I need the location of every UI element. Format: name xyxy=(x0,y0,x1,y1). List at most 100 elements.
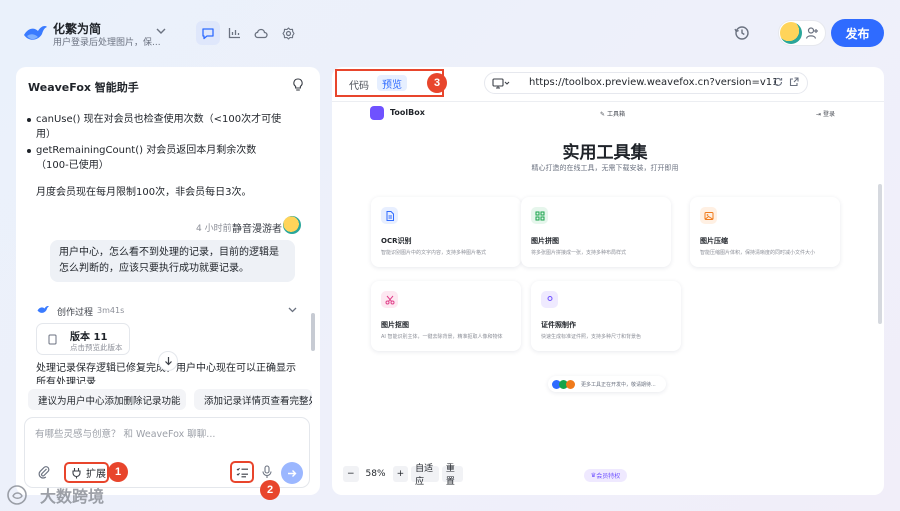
arrow-down-icon xyxy=(164,357,172,366)
expand-button[interactable]: 扩展 xyxy=(64,462,109,483)
zoom-out-button[interactable]: − xyxy=(343,466,359,482)
tool-card[interactable]: OCR识别智能识别图片中的文字内容，支持多种图片格式 xyxy=(371,197,521,267)
version-title: 版本 11 xyxy=(70,332,108,343)
suggestion-chip[interactable]: 添加记录详情页查看完整处理 xyxy=(194,389,312,410)
tool-card-desc: AI 智能识别主体，一键去除背景，精准抠取人像和物体 xyxy=(381,334,503,340)
avatar[interactable] xyxy=(780,22,802,44)
membership-badge[interactable]: ♛ 会员特权 xyxy=(584,469,627,482)
list-item: getRemainingCount() 对会员返回本月剩余次数（100-已使用） xyxy=(27,143,284,173)
toolbox-logo-icon xyxy=(370,106,384,120)
annotation-badge: 3 xyxy=(427,73,447,93)
bullet-text: getRemainingCount() 对会员返回本月剩余次数（100-已使用） xyxy=(36,145,257,171)
preview-scrollbar[interactable] xyxy=(878,184,882,324)
suggestion-chip[interactable]: 建议为用户中心添加删除记录功能 xyxy=(28,389,186,410)
tab-preview[interactable]: 预览 xyxy=(377,75,407,91)
version-subtitle: 点击预览此版本 xyxy=(70,343,123,352)
publish-button[interactable]: 发布 xyxy=(831,19,884,47)
zoom-in-button[interactable]: + xyxy=(392,466,409,482)
tool-card-title: 图片拼图 xyxy=(531,237,559,245)
zoom-level: 58% xyxy=(365,469,386,479)
chevron-down-icon[interactable] xyxy=(288,306,297,313)
user-name: 静音漫游者 xyxy=(232,224,282,235)
project-subtitle: 用户登录后处理图片，保... xyxy=(53,38,161,48)
chat-icon xyxy=(202,27,214,39)
send-button[interactable] xyxy=(281,462,303,484)
more-tools-text: 更多工具正在开发中，敬请期待... xyxy=(581,381,656,388)
scroll-down-button[interactable] xyxy=(158,351,178,371)
url-text[interactable]: https://toolbox.preview.weavefox.cn?vers… xyxy=(529,77,778,88)
tab-code[interactable]: 代码 xyxy=(349,77,369,92)
history-icon[interactable] xyxy=(733,24,751,42)
settings-icon xyxy=(281,26,295,40)
hero-title: 实用工具集 xyxy=(562,143,648,163)
divider xyxy=(332,101,884,102)
external-link-icon[interactable] xyxy=(789,77,799,87)
message-timestamp: 4 小时前 xyxy=(196,224,232,234)
task-list-button[interactable] xyxy=(230,461,254,483)
plug-icon xyxy=(72,467,81,478)
refresh-icon[interactable] xyxy=(773,77,783,87)
weavefox-logo-icon xyxy=(37,306,49,313)
process-duration: 3m41s xyxy=(97,306,125,315)
site-login[interactable]: ⇥ 登录 xyxy=(816,109,835,118)
site-login-label: 登录 xyxy=(822,111,835,118)
expand-label: 扩展 xyxy=(86,469,106,480)
chart-tab[interactable] xyxy=(222,21,246,45)
tool-card-title: 图片抠图 xyxy=(381,321,409,329)
tool-card-title: 证件照制作 xyxy=(541,321,576,329)
hero-subtitle: 精心打造的在线工具，无需下载安装，打开即用 xyxy=(531,164,679,172)
zoom-controls: − 58% + 自适应 重置 xyxy=(343,464,463,487)
paperclip-icon[interactable] xyxy=(38,465,50,479)
annotation-badge: 2 xyxy=(260,480,280,500)
image-icon xyxy=(704,211,713,220)
tool-card-title: 图片压缩 xyxy=(700,237,728,245)
tool-card-icon-wrap xyxy=(541,291,558,308)
grid-icon xyxy=(535,211,544,220)
chart-icon xyxy=(228,28,240,39)
arrow-right-icon xyxy=(288,469,297,477)
watermark-logo-icon xyxy=(7,485,27,505)
reset-button[interactable]: 重置 xyxy=(441,464,463,487)
scissors-icon xyxy=(385,295,394,304)
assistant-summary: 月度会员现在每月限制100次，非会员每日3次。 xyxy=(36,187,252,198)
tool-card-desc: 将多张图片拼接成一张，支持多种布局样式 xyxy=(531,250,627,256)
cloud-tab[interactable] xyxy=(249,21,273,45)
cloud-icon xyxy=(254,28,268,38)
chevron-down-icon[interactable] xyxy=(156,27,166,35)
user-message: 用户中心，怎么看不到处理的记录，目前的逻辑是怎么判断的，应该只要执行成功就要记录… xyxy=(50,240,295,282)
checklist-icon xyxy=(236,467,248,477)
fit-button[interactable]: 自适应 xyxy=(411,464,439,487)
bullet-dot xyxy=(27,118,31,122)
bullet-dot xyxy=(27,149,31,153)
user-avatar xyxy=(283,216,301,234)
microphone-icon[interactable] xyxy=(262,465,272,479)
watermark-text: 大数跨境 xyxy=(40,487,105,506)
tool-card[interactable]: 图片拼图将多张图片拼接成一张，支持多种布局样式 xyxy=(521,197,671,267)
lightbulb-icon[interactable] xyxy=(292,78,304,92)
tool-card-icon-wrap xyxy=(700,207,717,224)
mini-icon xyxy=(566,379,575,389)
top-bar xyxy=(0,0,900,66)
site-nav-label: 工具箱 xyxy=(606,111,625,118)
add-user-icon[interactable] xyxy=(805,26,819,40)
chat-tab[interactable] xyxy=(196,21,220,45)
chat-scrollbar[interactable] xyxy=(311,313,315,351)
document-icon xyxy=(386,210,394,221)
watermark: 大数跨境 xyxy=(6,483,104,507)
process-label[interactable]: 创作过程 xyxy=(57,305,93,318)
tool-card-icon-wrap xyxy=(531,207,548,224)
site-name: ToolBox xyxy=(390,108,425,117)
membership-label: 会员特权 xyxy=(596,473,621,480)
monitor-icon[interactable] xyxy=(492,78,510,89)
site-nav-toolbox[interactable]: ✎ 工具箱 xyxy=(600,109,625,118)
chat-input-placeholder[interactable]: 有哪些灵感与创意？ 和 WeaveFox 聊聊... xyxy=(35,426,215,440)
tool-card[interactable]: 图片压缩 智能压缩图片体积，保持清晰度的同时减小文件大小 xyxy=(690,197,840,267)
tool-card[interactable]: 图片抠图 AI 智能识别主体，一键去除背景，精准抠取人像和物体 xyxy=(371,281,521,351)
tool-card-icon-wrap xyxy=(381,207,398,224)
annotation-badge: 1 xyxy=(108,462,128,482)
person-icon xyxy=(547,295,552,301)
tool-card[interactable]: 证件照制作 快速生成标准证件照，支持多种尺寸和背景色 xyxy=(531,281,681,351)
tool-card-desc: 智能识别图片中的文字内容，支持多种图片格式 xyxy=(381,250,487,256)
tool-card-title: OCR识别 xyxy=(381,237,412,245)
settings-tab[interactable] xyxy=(276,21,300,45)
